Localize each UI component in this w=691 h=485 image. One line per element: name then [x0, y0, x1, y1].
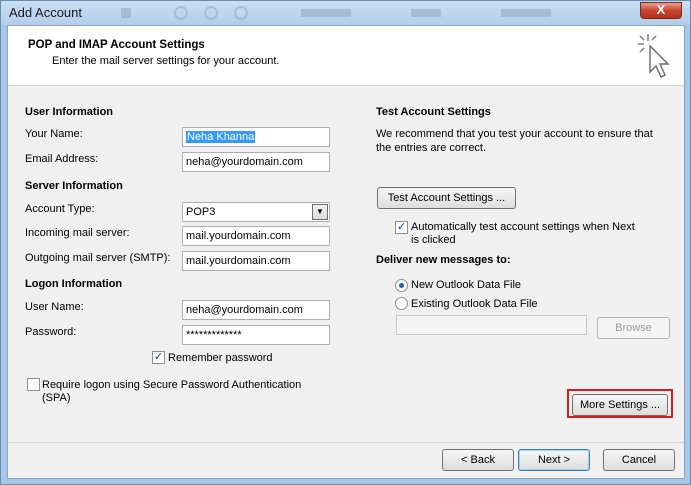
back-button[interactable]: < Back: [442, 449, 514, 471]
auto-test-label: Automatically test account settings when…: [411, 221, 635, 233]
test-account-heading: Test Account Settings: [376, 106, 491, 118]
user-name-label: User Name:: [25, 301, 84, 313]
dialog-header: POP and IMAP Account Settings Enter the …: [8, 26, 684, 86]
user-information-heading: User Information: [25, 106, 114, 118]
background-toolbar-icons: [121, 6, 551, 20]
more-settings-button[interactable]: More Settings ...: [572, 394, 668, 416]
footer-divider: [8, 442, 684, 443]
spa-label-line2: (SPA): [42, 392, 71, 404]
logon-information-heading: Logon Information: [25, 278, 123, 290]
window-title: Add Account: [9, 5, 82, 20]
test-account-settings-button[interactable]: Test Account Settings ...: [377, 187, 516, 209]
next-button[interactable]: Next >: [518, 449, 590, 471]
account-type-select[interactable]: POP3 ▼: [182, 202, 330, 222]
your-name-value: Neha Khanna: [186, 131, 256, 143]
outgoing-server-input[interactable]: mail.yourdomain.com: [182, 251, 330, 271]
existing-data-file-radio[interactable]: [395, 297, 408, 310]
existing-data-file-path-input[interactable]: [396, 315, 587, 335]
email-address-input[interactable]: neha@yourdomain.com: [182, 152, 330, 172]
deliver-messages-heading: Deliver new messages to:: [376, 254, 511, 266]
dialog-body: POP and IMAP Account Settings Enter the …: [7, 25, 685, 479]
incoming-server-label: Incoming mail server:: [25, 227, 130, 239]
test-description-line1: We recommend that you test your account …: [376, 128, 653, 140]
outgoing-server-label: Outgoing mail server (SMTP):: [25, 252, 171, 264]
header-subtitle: Enter the mail server settings for your …: [52, 55, 280, 67]
auto-test-checkbox[interactable]: ✓: [395, 221, 408, 234]
server-information-heading: Server Information: [25, 180, 123, 192]
title-bar[interactable]: Add Account X: [1, 1, 690, 25]
user-name-input[interactable]: neha@yourdomain.com: [182, 300, 330, 320]
spa-checkbox[interactable]: [27, 378, 40, 391]
account-type-label: Account Type:: [25, 203, 95, 215]
test-description-line2: the entries are correct.: [376, 142, 487, 154]
header-title: POP and IMAP Account Settings: [28, 39, 205, 51]
password-label: Password:: [25, 326, 77, 338]
account-type-value: POP3: [186, 206, 216, 218]
settings-content: User Information Your Name: Neha Khanna …: [8, 86, 684, 442]
your-name-label: Your Name:: [25, 128, 83, 140]
chevron-down-icon[interactable]: ▼: [312, 204, 328, 220]
cursor-click-icon: [638, 34, 670, 78]
add-account-window: Add Account X POP and IMAP Account Setti…: [0, 0, 691, 485]
close-icon: X: [656, 2, 666, 17]
browse-button[interactable]: Browse: [597, 317, 670, 339]
new-data-file-label: New Outlook Data File: [411, 279, 522, 291]
remember-password-label: Remember password: [168, 352, 273, 364]
email-address-label: Email Address:: [25, 153, 99, 165]
auto-test-label-line2: is clicked: [411, 234, 456, 246]
password-input[interactable]: *************: [182, 325, 330, 345]
close-button[interactable]: X: [640, 2, 682, 19]
remember-password-checkbox[interactable]: ✓: [152, 351, 165, 364]
existing-data-file-label: Existing Outlook Data File: [411, 298, 538, 310]
spa-label: Require logon using Secure Password Auth…: [42, 379, 302, 391]
cancel-button[interactable]: Cancel: [603, 449, 675, 471]
incoming-server-input[interactable]: mail.yourdomain.com: [182, 226, 330, 246]
your-name-input[interactable]: Neha Khanna: [182, 127, 330, 147]
new-data-file-radio[interactable]: [395, 279, 408, 292]
